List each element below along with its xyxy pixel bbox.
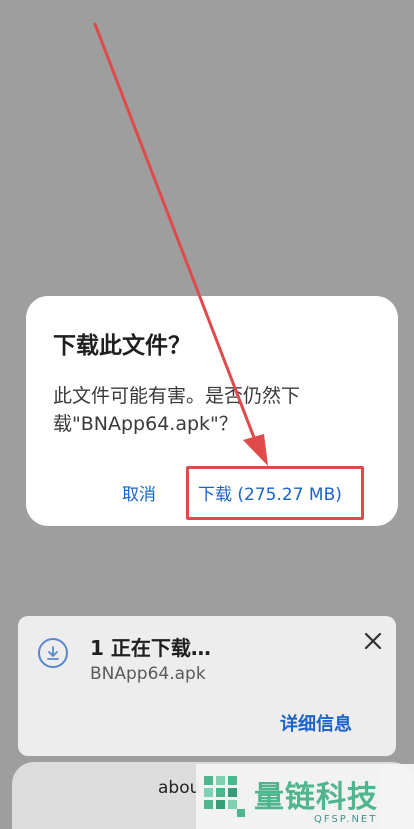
annotation-arrow (93, 22, 268, 466)
